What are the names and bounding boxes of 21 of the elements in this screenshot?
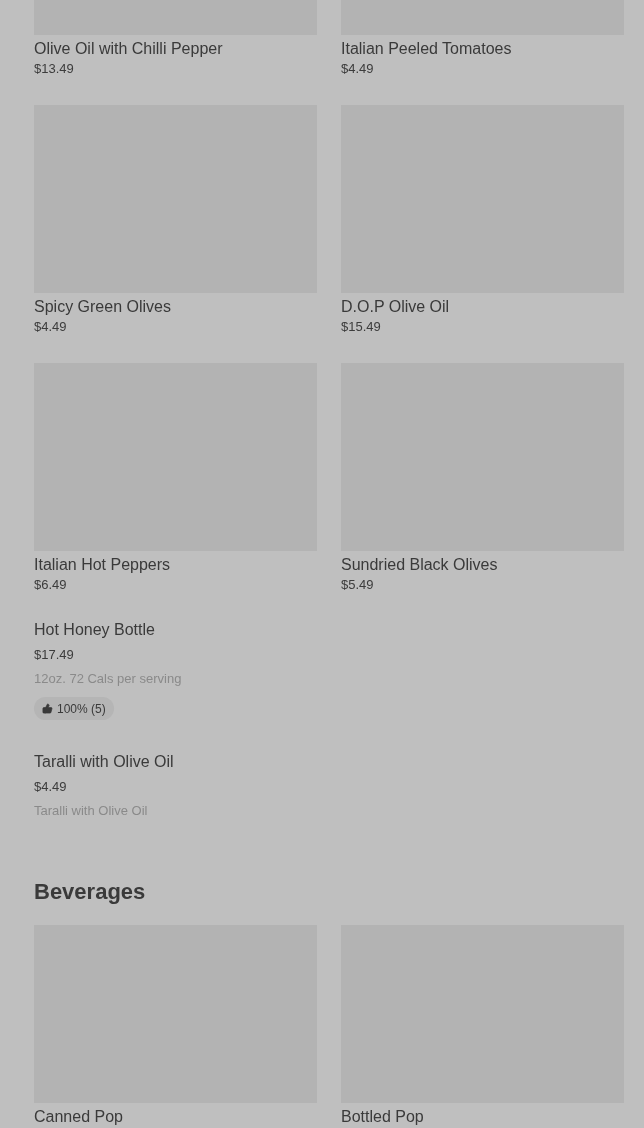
item-price: $17.49 xyxy=(34,646,74,664)
item-price: $4.49 xyxy=(34,778,67,796)
section-heading: Beverages xyxy=(34,878,147,906)
item-price: $13.49 xyxy=(34,60,75,78)
item-name: Taralli with Olive Oil xyxy=(34,752,174,772)
item-name: Sundried Black Olives xyxy=(341,555,499,575)
thumbs-up-icon xyxy=(42,703,53,714)
item-name: Olive Oil with Chilli Pepper xyxy=(34,39,224,59)
item-name: Canned Pop xyxy=(34,1107,124,1127)
item-name: Spicy Green Olives xyxy=(34,297,172,317)
item-price: $6.49 xyxy=(34,576,68,594)
item-name: D.O.P Olive Oil xyxy=(341,297,451,317)
item-price: $4.49 xyxy=(34,318,68,336)
item-name: Italian Peeled Tomatoes xyxy=(341,39,513,59)
item-name: Hot Honey Bottle xyxy=(34,620,155,640)
item-name: Italian Hot Peppers xyxy=(34,555,172,575)
item-price: $15.49 xyxy=(341,318,382,336)
item-name: Bottled Pop xyxy=(341,1107,425,1127)
rating-text: 100% (5) xyxy=(57,700,106,718)
item-price: $5.49 xyxy=(341,576,375,594)
item-price: $4.49 xyxy=(341,60,375,78)
